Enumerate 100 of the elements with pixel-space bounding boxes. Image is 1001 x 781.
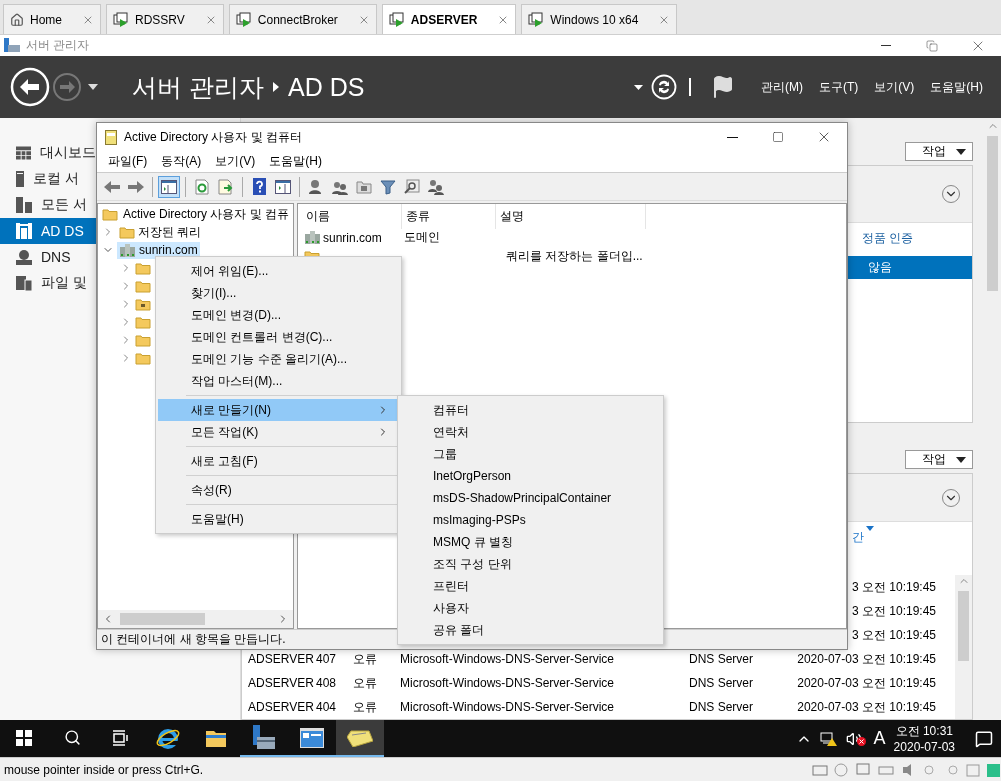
breadcrumb-arrow-icon <box>272 82 279 92</box>
scrollbar[interactable] <box>98 610 293 628</box>
vm-tab[interactable]: RDSSRV <box>106 4 224 34</box>
menu-item[interactable]: 공유 폴더 <box>400 619 661 641</box>
tree-item[interactable]: sunrin.com <box>117 241 200 259</box>
scrollbar[interactable] <box>955 575 972 719</box>
network-warning-icon[interactable] <box>819 730 838 747</box>
column-header[interactable]: 설명 <box>496 204 646 229</box>
refresh-button[interactable] <box>651 74 677 100</box>
volume-icon[interactable] <box>845 730 866 747</box>
export-list-icon <box>218 178 234 195</box>
folder-icon <box>135 315 151 329</box>
menu-item[interactable]: 컴퓨터 <box>400 399 661 421</box>
vm-tab[interactable]: Home <box>3 4 101 34</box>
folder-icon <box>135 279 151 293</box>
dropdown-arrow-icon[interactable] <box>634 84 643 90</box>
table-cell-text: ADSERVER <box>248 652 315 666</box>
notification-icon[interactable] <box>975 729 993 748</box>
menu-item[interactable]: 보기(V) <box>866 78 923 96</box>
column-header[interactable]: 종류 <box>402 204 496 229</box>
menu-item[interactable]: 작업 마스터(M)... <box>158 370 399 392</box>
folder-icon <box>135 351 151 365</box>
folder-icon <box>135 261 151 275</box>
windows-icon <box>16 729 32 746</box>
table-cell-text: DNS Server <box>689 676 754 690</box>
table-cell-text: 오류 <box>353 698 378 716</box>
input-method-indicator[interactable]: A <box>873 728 886 749</box>
table-cell-text: DNS Server <box>689 700 754 714</box>
column-header[interactable]: 이름 <box>302 204 402 229</box>
menu-item[interactable]: 속성(R) <box>158 479 399 501</box>
back-arrow-icon <box>103 179 121 194</box>
menu-item[interactable]: 도메인 기능 수준 올리기(A)... <box>158 348 399 370</box>
sidebar-item[interactable]: 모든 서 <box>0 192 96 218</box>
scrollbar-thumb[interactable] <box>120 613 205 625</box>
menu-item[interactable]: 새로 만들기(N) <box>158 399 399 421</box>
sort-arrow-icon <box>866 525 874 531</box>
column-header[interactable]: 정품 인증 <box>862 229 972 247</box>
search-icon <box>404 178 420 195</box>
tree-item[interactable]: Active Directory 사용자 및 컴퓨 <box>121 204 292 224</box>
dropdown-arrow-icon[interactable] <box>88 84 98 90</box>
scrollbar-thumb[interactable] <box>957 591 970 661</box>
vm-tab[interactable]: ConnectBroker <box>228 4 377 34</box>
menu-item[interactable]: msImaging-PSPs <box>400 509 661 531</box>
table-cell-text: 408 <box>316 676 338 690</box>
menu-item[interactable]: 그룹 <box>400 443 661 465</box>
menu-item[interactable]: 동작(A) <box>154 153 209 170</box>
scrollbar-thumb[interactable] <box>986 136 999 291</box>
tasks-dropdown[interactable]: 작업 <box>905 450 973 469</box>
menu-item[interactable]: 도메인 변경(D)... <box>158 304 399 326</box>
forward-arrow-icon <box>127 179 145 194</box>
window-title: 서버 관리자 <box>26 37 90 54</box>
folder-icon <box>356 179 372 194</box>
menu-item[interactable]: 찾기(I)... <box>158 282 399 304</box>
menu-item[interactable]: 연락처 <box>400 421 661 443</box>
sidebar-item[interactable]: 대시보드 <box>0 140 96 166</box>
table-cell-text: 407 <box>316 652 338 666</box>
vm-tab[interactable]: Windows 10 x64 <box>521 4 678 34</box>
menu-item[interactable]: 프린터 <box>400 575 661 597</box>
list-item[interactable]: sunrin.com <box>323 230 382 245</box>
menu-item[interactable]: InetOrgPerson <box>400 465 661 487</box>
sidebar-item[interactable]: 파일 및 <box>0 270 96 296</box>
table-cell-text: 2020-07-03 오전 10:19:45 <box>796 674 936 692</box>
menu-item[interactable]: msDS-ShadowPrincipalContainer <box>400 487 661 509</box>
tree-item[interactable]: 저장된 쿼리 <box>117 222 204 242</box>
folder-icon <box>135 333 151 347</box>
table-cell-text: Microsoft-Windows-DNS-Server-Service <box>400 652 616 666</box>
menu-item[interactable]: 도구(T) <box>811 78 867 96</box>
breadcrumb-root: 서버 관리자 <box>132 71 264 103</box>
menu-item[interactable]: 조직 구성 단위 <box>400 553 661 575</box>
menu-item[interactable]: 도움말(H) <box>262 153 329 170</box>
menu-item[interactable]: 제어 위임(E)... <box>158 260 399 282</box>
server-icon <box>119 242 136 258</box>
address-book-icon <box>347 728 373 747</box>
menu-item[interactable]: 도움말(H) <box>922 78 991 96</box>
menu-item[interactable]: 도메인 컨트롤러 변경(C)... <box>158 326 399 348</box>
menu-item[interactable]: 파일(F) <box>101 153 155 170</box>
forward-button[interactable] <box>52 72 82 102</box>
sidebar-item[interactable]: 로컬 서 <box>0 166 96 192</box>
menu-item[interactable]: 보기(V) <box>208 153 263 170</box>
menu-item[interactable]: 사용자 <box>400 597 661 619</box>
sidebar-item[interactable]: AD DS <box>0 218 96 244</box>
toolbar-button[interactable] <box>158 175 180 198</box>
clock[interactable]: 오전 10:31 2020-07-03 <box>893 722 955 755</box>
menu-item[interactable]: 모든 작업(K) <box>158 421 399 443</box>
menu-item[interactable]: 관리(M) <box>753 78 811 96</box>
menu-item[interactable]: MSMQ 큐 별칭 <box>400 531 661 553</box>
taskbar-button[interactable] <box>336 720 384 757</box>
breadcrumb-page: AD DS <box>287 72 365 102</box>
caret-icon <box>956 148 966 155</box>
column-header[interactable]: 간 <box>852 528 864 546</box>
server-manager-icon <box>4 38 20 53</box>
virtual-machine-icon <box>235 11 252 28</box>
flag-icon[interactable] <box>711 75 735 99</box>
table-cell-text: 3 오전 10:19:45 <box>850 578 936 596</box>
tasks-dropdown[interactable]: 작업 <box>905 142 973 161</box>
menu-item[interactable]: 새로 고침(F) <box>158 450 399 472</box>
sidebar-item[interactable]: DNS <box>0 244 96 270</box>
menu-item[interactable]: 도움말(H) <box>158 508 399 530</box>
back-button[interactable] <box>10 67 50 107</box>
vm-tab[interactable]: ADSERVER <box>381 4 517 34</box>
